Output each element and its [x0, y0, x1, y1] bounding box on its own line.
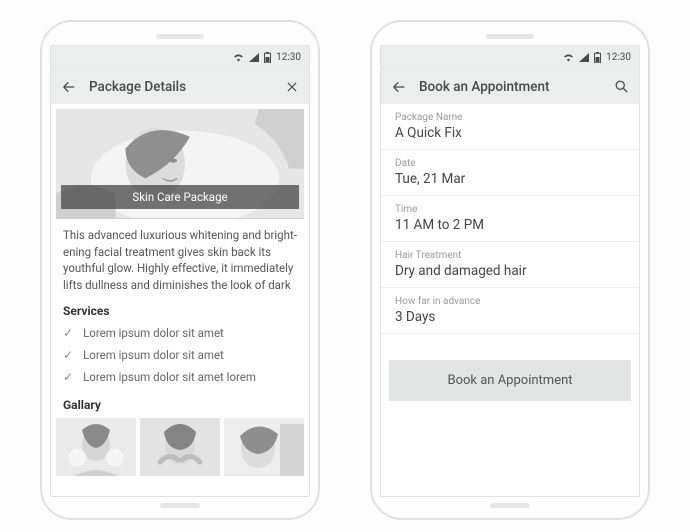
- back-icon[interactable]: [61, 79, 77, 95]
- wifi-icon: [233, 53, 244, 62]
- signal-icon: [249, 53, 259, 62]
- check-icon: ✓: [63, 348, 73, 362]
- field-label: How far in advance: [395, 296, 625, 307]
- check-icon: ✓: [63, 326, 73, 340]
- battery-icon: [264, 52, 271, 63]
- field-package-name[interactable]: Package Name A Quick Fix: [381, 104, 639, 150]
- wifi-icon: [563, 53, 574, 62]
- screen-book-appointment: 12:30 Book an Appointment Package Name A…: [380, 45, 640, 497]
- check-icon: ✓: [63, 370, 73, 384]
- book-appointment-button[interactable]: Book an Appointment: [389, 360, 631, 401]
- page-title: Package Details: [89, 79, 273, 95]
- gallery-thumb[interactable]: [140, 418, 220, 476]
- field-label: Hair Treatment: [395, 250, 625, 261]
- close-icon[interactable]: [285, 80, 299, 94]
- field-label: Date: [395, 158, 625, 169]
- back-icon[interactable]: [391, 79, 407, 95]
- screen-package-details: 12:30 Package Details: [50, 45, 310, 497]
- gallery-heading: Gallary: [51, 388, 309, 416]
- gallery-thumb[interactable]: [56, 418, 136, 476]
- services-heading: Services: [51, 294, 309, 322]
- field-value: Dry and damaged hair: [395, 263, 625, 279]
- field-advance[interactable]: How far in advance 3 Days: [381, 288, 639, 334]
- services-list: ✓ Lorem ipsum dolor sit amet ✓ Lorem ips…: [51, 322, 309, 388]
- phone-speaker: [156, 34, 204, 39]
- field-time[interactable]: Time 11 AM to 2 PM: [381, 196, 639, 242]
- hero-banner: Skin Care Package: [61, 185, 299, 209]
- app-bar: Package Details: [51, 68, 309, 104]
- status-bar: 12:30: [381, 46, 639, 68]
- gallery-row: [51, 416, 309, 476]
- phone-home-bar: [160, 503, 200, 508]
- phone-frame-left: 12:30 Package Details: [40, 20, 320, 520]
- phone-frame-right: 12:30 Book an Appointment Package Name A…: [370, 20, 650, 520]
- status-bar: 12:30: [51, 46, 309, 68]
- status-time: 12:30: [606, 52, 631, 63]
- content-area: Skin Care Package This advanced luxuriou…: [51, 104, 309, 496]
- list-item: ✓ Lorem ipsum dolor sit amet: [63, 322, 297, 344]
- status-time: 12:30: [276, 52, 301, 63]
- phone-home-bar: [490, 503, 530, 508]
- field-label: Package Name: [395, 112, 625, 123]
- field-date[interactable]: Date Tue, 21 Mar: [381, 150, 639, 196]
- field-value: 3 Days: [395, 309, 625, 325]
- signal-icon: [579, 53, 589, 62]
- page-title: Book an Appointment: [419, 79, 602, 95]
- service-label: Lorem ipsum dolor sit amet: [83, 348, 224, 362]
- battery-icon: [594, 52, 601, 63]
- booking-form: Package Name A Quick Fix Date Tue, 21 Ma…: [381, 104, 639, 496]
- search-icon[interactable]: [614, 79, 629, 94]
- app-bar: Book an Appointment: [381, 68, 639, 104]
- service-label: Lorem ipsum dolor sit amet lorem: [83, 370, 256, 384]
- field-hair-treatment[interactable]: Hair Treatment Dry and damaged hair: [381, 242, 639, 288]
- package-description: This advanced luxurious whitening and br…: [51, 219, 309, 294]
- field-label: Time: [395, 204, 625, 215]
- list-item: ✓ Lorem ipsum dolor sit amet: [63, 344, 297, 366]
- phone-speaker: [486, 34, 534, 39]
- hero-image: Skin Care Package: [56, 109, 304, 219]
- field-value: A Quick Fix: [395, 125, 625, 141]
- list-item: ✓ Lorem ipsum dolor sit amet lorem: [63, 366, 297, 388]
- field-value: Tue, 21 Mar: [395, 171, 625, 187]
- gallery-thumb[interactable]: [224, 418, 304, 476]
- field-value: 11 AM to 2 PM: [395, 217, 625, 233]
- service-label: Lorem ipsum dolor sit amet: [83, 326, 224, 340]
